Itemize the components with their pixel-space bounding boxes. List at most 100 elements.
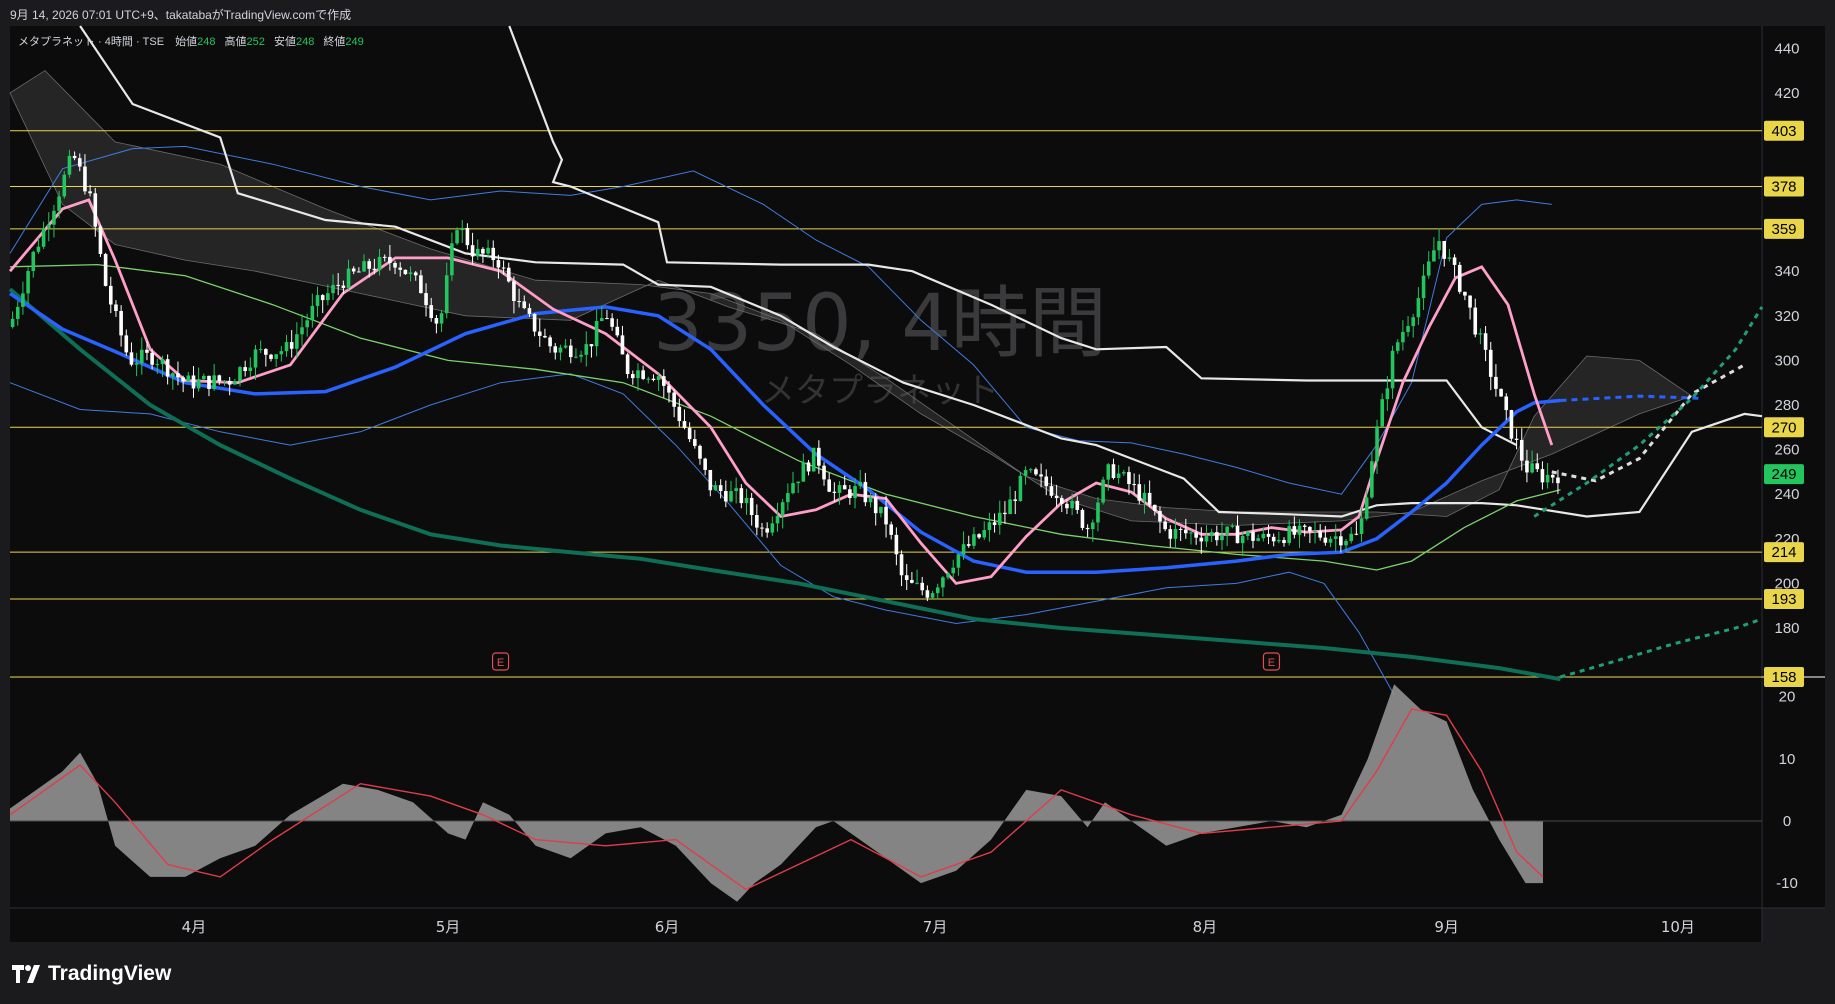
candle-body: [946, 573, 950, 578]
candle-body: [481, 248, 485, 254]
candle-body: [729, 491, 733, 502]
candle-body: [832, 491, 837, 493]
candle-body: [579, 354, 583, 357]
candle-body: [703, 458, 707, 470]
legend-close-label: 終値: [323, 34, 345, 48]
candle-body: [1230, 525, 1235, 527]
candle-body: [413, 272, 418, 276]
candle-body: [253, 349, 258, 368]
candle-body: [568, 345, 573, 358]
candle-body: [103, 253, 108, 286]
candle-body: [693, 439, 697, 446]
candle-body: [687, 427, 692, 440]
candle-body: [1090, 522, 1095, 530]
candle-body: [1137, 484, 1142, 501]
candle-body: [786, 493, 790, 503]
candle-body: [615, 326, 620, 336]
candle-body: [1416, 298, 1421, 318]
tradingview-logo-icon: [12, 965, 40, 983]
candle-body: [537, 331, 542, 336]
candle-body: [1049, 486, 1054, 496]
candle-body: [961, 544, 966, 555]
candle-body: [424, 293, 428, 306]
candle-body: [1535, 463, 1540, 470]
candle-body: [1488, 349, 1493, 377]
price-tick-label: 420: [1774, 85, 1799, 102]
candle-body: [837, 485, 842, 493]
candle-body: [1426, 261, 1431, 276]
candle-body: [1261, 533, 1266, 539]
tradingview-logo[interactable]: TradingView: [12, 962, 171, 986]
candle-body: [196, 379, 201, 389]
macd-tick-label: 20: [1779, 689, 1796, 706]
candle-body: [1504, 396, 1509, 411]
candle-body: [858, 481, 863, 486]
candle-body: [1121, 472, 1126, 474]
candle-body: [796, 481, 800, 484]
candle-body: [491, 247, 496, 261]
candle-body: [630, 374, 635, 379]
watermark-title: 3350, 4時間: [653, 279, 1107, 369]
candle-body: [351, 268, 356, 272]
price-chart[interactable]: 3350, 4時間 メタプラネット EE 1802002202402602803…: [0, 0, 1835, 1004]
macd-pane[interactable]: [10, 678, 1762, 908]
candle-body: [584, 344, 589, 355]
candle-body: [636, 370, 640, 379]
candle-body: [310, 305, 315, 321]
candle-body: [21, 293, 25, 307]
candle-body: [605, 318, 609, 320]
candle-body: [1339, 536, 1343, 546]
candle-body: [470, 245, 475, 257]
candle-body: [1235, 525, 1240, 544]
candle-body: [62, 174, 67, 197]
candle-body: [817, 447, 821, 466]
candle-body: [915, 582, 919, 584]
candle-body: [171, 373, 175, 377]
candle-body: [1328, 538, 1333, 543]
candle-body: [1468, 295, 1472, 308]
candle-body: [522, 301, 527, 309]
candle-body: [67, 155, 72, 175]
candle-body: [124, 335, 129, 353]
time-axis[interactable]: [10, 908, 1762, 942]
candle-body: [393, 262, 397, 268]
candle-body: [1463, 291, 1467, 296]
candle-body: [15, 306, 20, 319]
candle-body: [910, 579, 914, 583]
candle-body: [1147, 492, 1152, 505]
candle-body: [760, 527, 764, 529]
candle-body: [1018, 475, 1023, 501]
candle-body: [651, 378, 656, 381]
candle-body: [320, 295, 325, 301]
candle-body: [791, 483, 795, 494]
level-badge-label: 193: [1771, 591, 1796, 608]
candle-body: [83, 166, 87, 192]
candle-body: [429, 305, 434, 319]
candle-body: [134, 363, 139, 365]
candle-body: [972, 534, 976, 546]
candle-body: [739, 488, 744, 504]
candle-body: [517, 301, 521, 303]
candle-body: [677, 406, 682, 422]
candle-body: [641, 370, 645, 379]
candle-body: [744, 498, 749, 504]
time-tick-label: 10月: [1661, 918, 1695, 936]
price-tick-label: 280: [1774, 397, 1799, 414]
candle-body: [656, 376, 661, 381]
candle-body: [527, 308, 532, 314]
time-tick-label: 4月: [182, 918, 207, 936]
candle-body: [1028, 469, 1033, 471]
earnings-marker: E: [1268, 657, 1275, 669]
candle-body: [1292, 526, 1297, 535]
candle-body: [243, 367, 247, 372]
candle-body: [1447, 257, 1452, 259]
candle-body: [165, 359, 170, 377]
candle-body: [646, 378, 651, 380]
candle-body: [1344, 541, 1348, 546]
candle-body: [1240, 535, 1245, 544]
candle-body: [382, 256, 387, 258]
candle-body: [1251, 531, 1255, 541]
candle-body: [1452, 257, 1457, 265]
svg-text:メタプラネット · 4時間 · TSE 始値: メタプラネット · 4時間 · TSE 始値248 高値252 安値248 終値…: [18, 34, 364, 48]
candle-body: [57, 196, 61, 211]
